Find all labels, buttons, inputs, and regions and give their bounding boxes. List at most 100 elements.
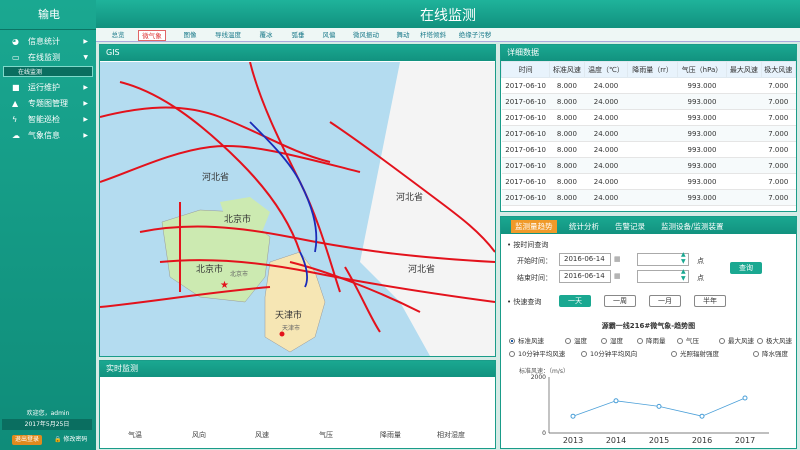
table-row[interactable]: 2017-06-10 8.000 24.000 993.000 7.000 — [501, 173, 796, 190]
tab-galloping[interactable]: 舞动 — [389, 30, 417, 41]
series-radio[interactable]: 气压 — [677, 335, 699, 345]
stepper-icon[interactable]: ▲ ▼ — [681, 268, 686, 282]
nav-inspection[interactable]: ϟ 智能巡检 ▶ — [0, 112, 96, 128]
tab-sag[interactable]: 弧垂 — [284, 30, 312, 41]
arrow-icon: ▼ — [83, 54, 88, 61]
start-date-input[interactable]: 2016-06-14 — [559, 253, 611, 266]
logout-button[interactable]: 退出登录 — [12, 435, 43, 445]
table-cell — [726, 93, 762, 110]
tab-alarm-log[interactable]: 告警记录 — [615, 220, 645, 233]
realtime-label-rainfall: 降雨量 — [380, 431, 401, 439]
trend-tabs: 监测量趋势 统计分析 告警记录 监测设备/监测装置 — [501, 217, 796, 234]
map-label-hebei-2: 河北省 — [396, 191, 423, 203]
tab-trend[interactable]: 监测量趋势 — [511, 220, 557, 233]
table-cell — [627, 93, 678, 110]
app-title: 输电 — [0, 0, 96, 30]
x-tick-label: 2013 — [563, 436, 583, 445]
tab-wind-deflection[interactable]: 风偏 — [315, 30, 343, 41]
tab-micro-weather[interactable]: 微气象 — [138, 30, 166, 41]
date-display: 2017年5月25日 — [2, 419, 92, 430]
data-point[interactable] — [613, 398, 619, 404]
data-point[interactable] — [742, 395, 748, 401]
column-header[interactable]: 降雨量（rr） — [627, 61, 678, 78]
welcome-text: 欢迎您，admin — [26, 410, 70, 417]
x-tick-label: 2017 — [735, 436, 755, 445]
series-radio[interactable]: 10分钟平均风速 — [509, 348, 565, 358]
table-row[interactable]: 2017-06-10 8.000 24.000 993.000 7.000 — [501, 189, 796, 206]
tab-statistics[interactable]: 统计分析 — [569, 220, 599, 233]
tab-insulator-pollution[interactable]: 绝缘子污秽 — [453, 30, 497, 41]
realtime-label-pressure: 气压 — [319, 431, 333, 439]
table-row[interactable]: 2017-06-10 8.000 24.000 993.000 7.000 — [501, 141, 796, 158]
table-cell: 2017-06-10 — [501, 173, 550, 190]
series-radio[interactable]: 极大风速 — [757, 335, 792, 345]
data-point[interactable] — [699, 413, 705, 419]
quick-halfyear-button[interactable]: 半年 — [694, 295, 726, 307]
tab-image[interactable]: 图像 — [176, 30, 204, 41]
tab-breeze-vibration[interactable]: 微风振动 — [346, 30, 386, 41]
query-button[interactable]: 查询 — [730, 262, 762, 274]
table-cell: 2017-06-10 — [501, 125, 550, 142]
table-cell: 24.000 — [584, 109, 628, 126]
trend-panel: 监测量趋势 统计分析 告警记录 监测设备/监测装置 • 按时间查询 开始时间： … — [500, 216, 797, 449]
stepper-icon[interactable]: ▲ ▼ — [681, 251, 686, 265]
tab-monitor-device[interactable]: 监测设备/监测装置 — [661, 220, 724, 233]
table-cell: 2017-06-10 — [501, 157, 550, 174]
tab-icing[interactable]: 覆冰 — [252, 30, 280, 41]
table-cell — [726, 77, 762, 94]
quick-week-button[interactable]: 一周 — [604, 295, 636, 307]
series-radio[interactable]: 降雨量 — [637, 335, 666, 345]
nav-online-monitor[interactable]: ▭ 在线监测 ▼ — [0, 50, 96, 66]
table-cell: 7.000 — [761, 125, 796, 142]
quick-month-button[interactable]: 一月 — [649, 295, 681, 307]
quick-day-button[interactable]: 一天 — [559, 295, 591, 307]
tab-tower-tilt[interactable]: 杆塔倾斜 — [417, 30, 449, 41]
tab-overview[interactable]: 总览 — [104, 30, 132, 41]
table-cell: 24.000 — [584, 157, 628, 174]
series-radio[interactable]: 降水强度 — [753, 348, 788, 358]
sidebar: 输电 ◕ 信息统计 ▶ ▭ 在线监测 ▼ 在线监测 ■ 运行维护 ▶ ▲ 专题图管理 ▶ ϟ 智能… — [0, 0, 96, 450]
series-radio[interactable]: 湿度 — [601, 335, 623, 345]
change-password-link[interactable]: 🔒 修改密码 — [54, 435, 87, 445]
table-row[interactable]: 2017-06-10 8.000 24.000 993.000 7.000 — [501, 77, 796, 94]
series-radio[interactable]: 温度 — [565, 335, 587, 345]
data-point[interactable] — [570, 413, 576, 419]
table-row[interactable]: 2017-06-10 8.000 24.000 993.000 7.000 — [501, 109, 796, 126]
table-row[interactable]: 2017-06-10 8.000 24.000 993.000 7.000 — [501, 125, 796, 142]
column-header[interactable]: 极大风速 — [760, 61, 797, 78]
map-label-beijing-2: 北京市 — [196, 263, 223, 275]
table-row[interactable]: 2017-06-10 8.000 24.000 993.000 7.000 — [501, 157, 796, 174]
end-date-input[interactable]: 2016-06-14 — [559, 270, 611, 283]
series-radio[interactable]: 标准风速 — [509, 335, 544, 345]
table-cell: 7.000 — [761, 189, 796, 206]
gis-map[interactable]: 河北省 河北省 北京市 北京市 北京市 天津市 天津市 河北省 ★ — [100, 62, 495, 356]
capital-star-icon: ★ — [220, 280, 229, 291]
column-header[interactable]: 最大风速 — [726, 61, 762, 78]
start-point-label: 点 — [697, 257, 704, 265]
data-point[interactable] — [656, 403, 662, 409]
by-time-label: • 按时间查询 — [507, 241, 549, 249]
calendar-icon[interactable]: ▦ — [614, 255, 621, 263]
table-cell: 24.000 — [584, 141, 628, 158]
nav-info-stats[interactable]: ◕ 信息统计 ▶ — [0, 34, 96, 50]
nav-maintenance[interactable]: ■ 运行维护 ▶ — [0, 80, 96, 96]
table-cell: 7.000 — [761, 173, 796, 190]
map-label-hebei-1: 河北省 — [202, 171, 229, 183]
column-header[interactable]: 气压（hPa） — [676, 61, 728, 78]
table-row[interactable]: 2017-06-10 8.000 24.000 993.000 7.000 — [501, 93, 796, 110]
monitor-tabs: 总览 微气象 图像 导线温度 覆冰 弧垂 风偏 微风振动 舞动 杆塔倾斜 绝缘子… — [96, 28, 800, 42]
arrow-icon: ▶ — [83, 38, 88, 45]
nav-weather[interactable]: ☁ 气象信息 ▶ — [0, 128, 96, 144]
tab-conductor-temp[interactable]: 导线温度 — [208, 30, 248, 41]
nav-map-manage[interactable]: ▲ 专题图管理 ▶ — [0, 96, 96, 112]
column-header[interactable]: 温度（℃） — [583, 61, 629, 78]
calendar-icon[interactable]: ▦ — [614, 272, 621, 280]
table-cell: 2017-06-10 — [501, 77, 550, 94]
series-radio[interactable]: 光照辐射强度 — [671, 348, 719, 358]
column-header[interactable]: 标准风速 — [549, 61, 585, 78]
series-radio[interactable]: 10分钟平均风向 — [581, 348, 637, 358]
nav-sub-online-monitor[interactable]: 在线监测 — [3, 66, 93, 77]
column-header[interactable]: 时间 — [500, 61, 551, 78]
map-label-hebei-3: 河北省 — [408, 263, 435, 275]
series-radio[interactable]: 最大风速 — [719, 335, 754, 345]
